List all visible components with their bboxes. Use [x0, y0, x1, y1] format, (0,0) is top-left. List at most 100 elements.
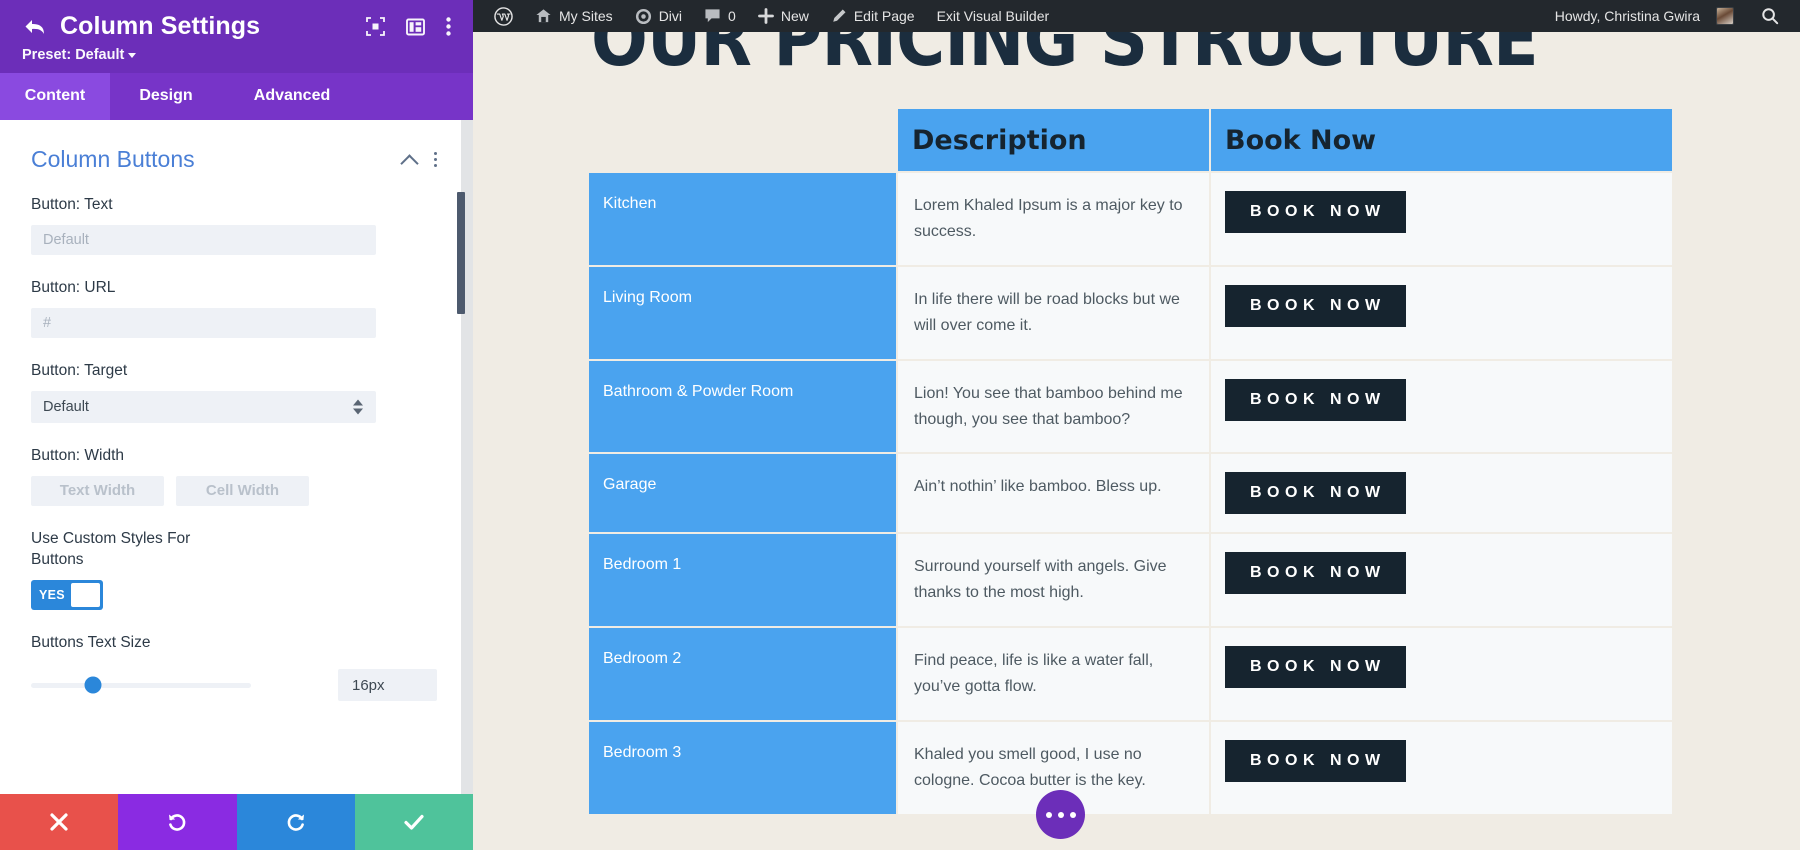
panel-title: Column Settings: [60, 12, 261, 40]
group-title: Column Buttons: [31, 146, 195, 172]
preset-selector[interactable]: Preset: Default: [22, 47, 451, 63]
table-row: Kitchen: [589, 173, 896, 265]
column-settings-panel: Column Settings Preset: Default Content …: [0, 0, 473, 850]
more-options-icon[interactable]: [434, 152, 437, 167]
field-button-text: Button: Text Default: [31, 195, 437, 255]
field-label-custom-styles: Use Custom Styles For Buttons: [31, 529, 191, 568]
more-options-icon: [1069, 811, 1076, 818]
column-buttons-group-header: Column Buttons: [31, 146, 437, 173]
right-pane: My Sites Divi 0 New Edit Page Exit Visua…: [473, 0, 1800, 850]
table-header-room: [589, 109, 896, 171]
table-cell-description: Lion! You see that bamboo behind me thou…: [898, 360, 1209, 453]
adminbar-item-divi[interactable]: Divi: [624, 0, 693, 32]
book-now-button[interactable]: BOOK NOW: [1225, 740, 1406, 783]
table-cell-book: BOOK NOW: [1211, 360, 1672, 453]
text-width-button[interactable]: Text Width: [31, 475, 164, 506]
redo-button[interactable]: [236, 794, 355, 850]
table-cell-book: BOOK NOW: [1211, 173, 1672, 265]
wordpress-admin-bar: My Sites Divi 0 New Edit Page Exit Visua…: [473, 0, 1800, 32]
screen: Column Settings Preset: Default Content …: [0, 0, 1800, 850]
adminbar-item-wordpress[interactable]: [483, 0, 524, 32]
focus-icon[interactable]: [366, 17, 385, 36]
button-target-select[interactable]: Default: [31, 390, 376, 423]
adminbar-label-edit-page: Edit Page: [853, 8, 915, 24]
table-cell-description: In life there will be road blocks but we…: [898, 266, 1209, 359]
book-now-button[interactable]: BOOK NOW: [1225, 472, 1406, 515]
adminbar-search-button[interactable]: [1745, 7, 1790, 25]
book-now-button[interactable]: BOOK NOW: [1225, 284, 1406, 327]
more-options-icon[interactable]: [446, 17, 451, 36]
toggle-state-label: YES: [39, 587, 65, 602]
chevron-up-icon[interactable]: [402, 155, 418, 165]
adminbar-item-exit-visual-builder[interactable]: Exit Visual Builder: [926, 0, 1061, 32]
add-module-button[interactable]: [1036, 790, 1085, 839]
cell-width-button[interactable]: Cell Width: [176, 475, 309, 506]
howdy-label: Howdy, Christina Gwira: [1554, 8, 1700, 24]
tab-design[interactable]: Design: [110, 73, 222, 120]
table-cell-description: Find peace, life is like a water fall, y…: [898, 628, 1209, 721]
scrollbar-thumb[interactable]: [457, 192, 465, 314]
adminbar-item-howdy[interactable]: Howdy, Christina Gwira: [1544, 0, 1745, 32]
custom-styles-toggle[interactable]: YES: [31, 579, 103, 610]
cancel-button[interactable]: [0, 794, 119, 850]
table-cell-book: BOOK NOW: [1211, 454, 1672, 533]
button-url-input[interactable]: #: [31, 307, 376, 338]
field-label-button-url: Button: URL: [31, 278, 116, 296]
panel-scrollbar[interactable]: [457, 120, 465, 794]
field-button-width: Button: Width Text Width Cell Width: [31, 446, 437, 506]
tab-advanced[interactable]: Advanced: [222, 73, 362, 120]
field-button-target: Button: Target Default: [31, 361, 437, 423]
slider-handle[interactable]: [84, 676, 102, 694]
book-now-button[interactable]: BOOK NOW: [1225, 378, 1406, 421]
save-button[interactable]: [354, 794, 473, 850]
chevron-down-icon: [128, 52, 137, 58]
button-target-value: Default: [43, 398, 89, 415]
avatar: [1716, 7, 1734, 25]
page-canvas: OUR PRICING STRUCTURE Description Book N…: [473, 32, 1800, 850]
adminbar-comment-count: 0: [728, 8, 736, 24]
adminbar-item-new[interactable]: New: [747, 0, 820, 32]
button-text-input[interactable]: Default: [31, 224, 376, 255]
book-now-button[interactable]: BOOK NOW: [1225, 552, 1406, 595]
adminbar-label-new: New: [780, 8, 809, 24]
panel-footer: [0, 794, 473, 850]
pricing-table: Description Book Now Kitchen Lorem Khale…: [589, 109, 1672, 814]
tab-content[interactable]: Content: [0, 73, 110, 120]
table-cell-book: BOOK NOW: [1211, 534, 1672, 627]
table-cell-description: Ain’t nothin’ like bamboo. Bless up.: [898, 454, 1209, 533]
sites-icon: [536, 9, 551, 23]
undo-button[interactable]: [118, 794, 237, 850]
table-row: Bedroom 3: [589, 722, 896, 814]
close-icon: [50, 813, 68, 831]
book-now-button[interactable]: BOOK NOW: [1225, 191, 1406, 233]
table-row: Garage: [589, 454, 896, 533]
adminbar-label-exit-visual-builder: Exit Visual Builder: [936, 8, 1050, 24]
adminbar-label-divi: Divi: [658, 8, 683, 24]
adminbar-label-my-sites: My Sites: [559, 8, 613, 24]
buttons-text-size-slider[interactable]: [31, 676, 251, 694]
field-label-button-width: Button: Width: [31, 446, 125, 464]
adminbar-item-comments[interactable]: 0: [693, 0, 747, 32]
table-cell-book: BOOK NOW: [1211, 628, 1672, 721]
comment-icon: [705, 9, 720, 23]
redo-icon: [287, 814, 304, 831]
wordpress-logo-icon: [494, 6, 513, 26]
buttons-text-size-value[interactable]: 16px: [338, 669, 437, 702]
back-arrow-icon[interactable]: [22, 15, 48, 39]
adminbar-item-edit-page[interactable]: Edit Page: [820, 0, 926, 32]
book-now-button[interactable]: BOOK NOW: [1225, 646, 1406, 689]
field-buttons-text-size: Buttons Text Size 16px: [31, 633, 437, 702]
table-row: Living Room: [589, 266, 896, 359]
table-cell-book: BOOK NOW: [1211, 266, 1672, 359]
field-label-button-target: Button: Target: [31, 361, 128, 379]
more-options-icon: [1057, 811, 1064, 818]
table-row: Bathroom & Powder Room: [589, 360, 896, 453]
layout-icon[interactable]: [406, 18, 425, 36]
field-custom-styles: Use Custom Styles For Buttons YES: [31, 529, 437, 610]
check-icon: [404, 814, 424, 830]
field-label-buttons-text-size: Buttons Text Size: [31, 633, 151, 651]
table-cell-description: Lorem Khaled Ipsum is a major key to suc…: [898, 173, 1209, 265]
adminbar-item-my-sites[interactable]: My Sites: [524, 0, 624, 32]
stepper-arrows-icon: [353, 399, 363, 415]
table-row: Bedroom 1: [589, 534, 896, 627]
